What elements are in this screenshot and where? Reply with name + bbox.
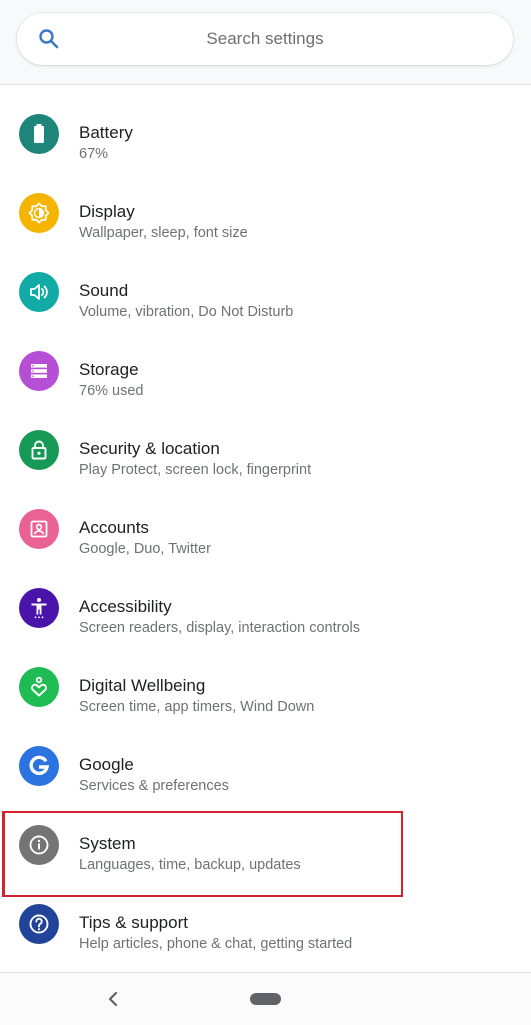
setting-subtitle: Volume, vibration, Do Not Disturb — [79, 304, 294, 320]
setting-subtitle: Wallpaper, sleep, font size — [79, 225, 248, 241]
setting-title: Accessibility — [79, 597, 172, 616]
brightness-icon — [19, 193, 59, 233]
setting-title: Accounts — [79, 518, 149, 537]
setting-title: Digital Wellbeing — [79, 676, 206, 695]
setting-title: Sound — [79, 281, 129, 300]
back-icon[interactable] — [106, 990, 120, 1008]
setting-accessibility[interactable]: Accessibility Screen readers, display, i… — [0, 567, 531, 646]
highlight-box — [2, 811, 403, 897]
setting-title: Tips & support — [79, 913, 188, 932]
setting-digital-wellbeing[interactable]: Digital Wellbeing Screen time, app timer… — [0, 646, 531, 725]
setting-subtitle: Google, Duo, Twitter — [79, 541, 211, 557]
wellbeing-heart-icon — [19, 667, 59, 707]
setting-subtitle: Services & preferences — [79, 778, 229, 794]
setting-subtitle: Play Protect, screen lock, fingerprint — [79, 462, 312, 478]
storage-icon — [19, 351, 59, 391]
setting-subtitle: Screen readers, display, interaction con… — [79, 620, 361, 636]
setting-subtitle: Screen time, app timers, Wind Down — [79, 699, 315, 715]
navigation-bar — [0, 972, 531, 1025]
setting-storage[interactable]: Storage 76% used — [0, 330, 531, 409]
setting-title: Google — [79, 755, 134, 774]
setting-title: Storage — [79, 360, 139, 379]
help-icon — [19, 904, 59, 944]
accessibility-icon — [19, 588, 59, 628]
setting-title: Display — [79, 202, 135, 221]
search-bar[interactable]: Search settings — [17, 13, 513, 65]
account-box-icon — [19, 509, 59, 549]
home-pill[interactable] — [250, 993, 281, 1005]
setting-security-location[interactable]: Security & location Play Protect, screen… — [0, 409, 531, 488]
setting-display[interactable]: Display Wallpaper, sleep, font size — [0, 172, 531, 251]
setting-accounts[interactable]: Accounts Google, Duo, Twitter — [0, 488, 531, 567]
search-header: Search settings — [0, 0, 531, 85]
setting-title: Battery — [79, 123, 133, 142]
battery-icon — [19, 114, 59, 154]
setting-subtitle: Help articles, phone & chat, getting sta… — [79, 936, 353, 952]
setting-google[interactable]: Google Services & preferences — [0, 725, 531, 804]
setting-subtitle: 76% used — [79, 383, 144, 399]
google-g-icon — [19, 746, 59, 786]
setting-title: Security & location — [79, 439, 220, 458]
lock-icon — [19, 430, 59, 470]
volume-icon — [19, 272, 59, 312]
setting-sound[interactable]: Sound Volume, vibration, Do Not Disturb — [0, 251, 531, 330]
search-placeholder: Search settings — [206, 29, 324, 48]
setting-battery[interactable]: Battery 67% — [0, 93, 531, 172]
setting-subtitle: 67% — [79, 146, 109, 162]
